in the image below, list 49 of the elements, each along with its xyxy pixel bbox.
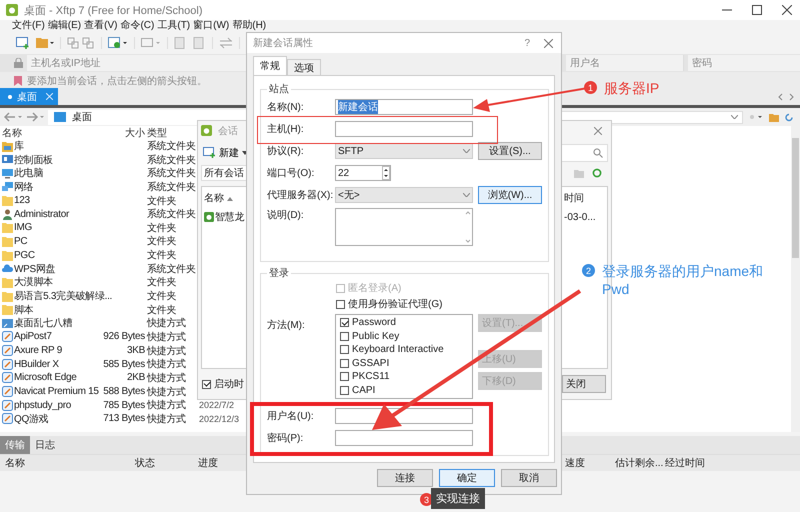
annotation-text: 登录服务器的用户name和Pwd	[602, 262, 764, 298]
field-label: 协议(R):	[267, 144, 305, 158]
file-type: 文件夹	[146, 248, 176, 262]
file-size: 926 Bytes	[103, 331, 145, 342]
file-type: 快捷方式	[146, 398, 186, 412]
file-type: 快捷方式	[146, 358, 186, 372]
file-type: 系统文件夹	[146, 140, 196, 153]
window-title: 桌面 - Xftp 7 (Free for Home/School)	[24, 4, 202, 18]
file-size: 588 Bytes	[103, 386, 145, 398]
field-label: 主机(H):	[267, 122, 305, 136]
file-type: 文件夹	[146, 290, 176, 304]
session-time: -03-0...	[564, 212, 596, 223]
field-label: 代理服务器(X):	[267, 189, 330, 202]
annotation-tooltip: 实现连接	[431, 488, 485, 509]
file-type: 系统文件夹	[146, 166, 196, 180]
file-type: 文件夹	[146, 194, 176, 208]
file-size: 585 Bytes	[103, 358, 145, 370]
field-label: 名称(N):	[267, 101, 305, 114]
file-type: 快捷方式	[146, 344, 186, 358]
field-label: 方法(M):	[267, 318, 306, 332]
file-type: 系统文件夹	[146, 180, 196, 194]
group-title: 站点	[268, 82, 290, 96]
hint-text: 要添加当前会话，点击左侧的箭头按钮。	[27, 74, 207, 88]
file-size: 785 Bytes	[103, 400, 145, 411]
file-type: 快捷方式	[146, 412, 186, 426]
file-type: 文件夹	[146, 234, 176, 248]
file-size: 2KB	[126, 372, 145, 384]
file-type: 文件夹	[146, 222, 176, 235]
window-title: 会话	[218, 124, 238, 138]
file-type: 快捷方式	[146, 386, 186, 399]
file-type: 快捷方式	[146, 330, 186, 344]
file-type: 快捷方式	[146, 372, 186, 385]
file-type: 快捷方式	[146, 316, 186, 330]
field-label: 密码(P):	[267, 432, 304, 445]
file-date: 2022/7/2	[198, 400, 234, 410]
dialog-title: 新建会话属性	[253, 36, 313, 50]
file-type: 系统文件夹	[146, 154, 196, 167]
file-type: 文件夹	[146, 304, 176, 317]
file-size: 713 Bytes	[103, 413, 145, 424]
file-date: 2022/12/3	[198, 414, 240, 424]
file-type: 文件夹	[146, 276, 176, 290]
field-label: 用户名(U):	[267, 410, 315, 423]
field-label: 说明(D):	[267, 209, 305, 222]
file-size: 3KB	[126, 345, 145, 356]
field-label: 端口号(O):	[267, 166, 316, 180]
annotation-text: 服务器IP	[604, 79, 660, 97]
file-type: 系统文件夹	[146, 262, 196, 276]
file-type: 系统文件夹	[146, 208, 196, 222]
group-title: 登录	[268, 267, 290, 280]
